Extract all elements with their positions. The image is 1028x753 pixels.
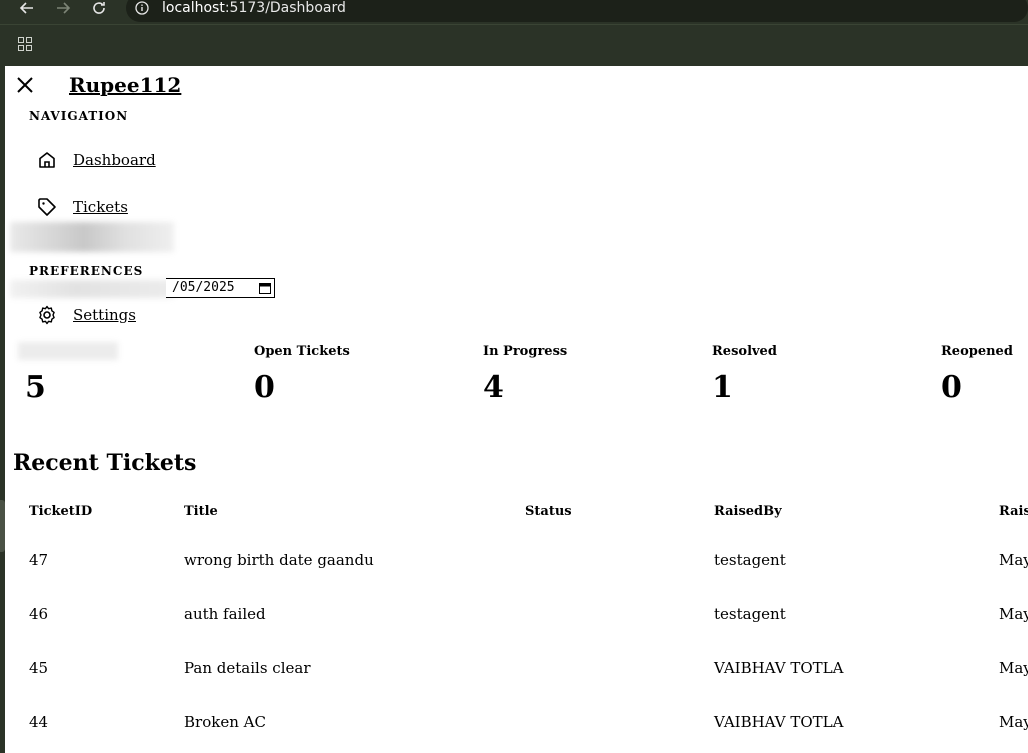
stat-value: 0 bbox=[254, 370, 275, 405]
url-text[interactable]: localhost:5173/Dashboard bbox=[162, 0, 346, 16]
sidebar-item-label: Settings bbox=[73, 306, 136, 324]
bookmarks-bar bbox=[0, 24, 1028, 66]
cell-raised: May bbox=[999, 551, 1028, 569]
apps-grid-icon[interactable] bbox=[18, 37, 32, 51]
column-header-raised[interactable]: Raise bbox=[999, 504, 1028, 520]
cell-title: auth failed bbox=[184, 605, 266, 623]
cell-raisedby: VAIBHAV TOTLA bbox=[714, 713, 844, 731]
cell-ticketid: 45 bbox=[29, 659, 49, 677]
column-header-raisedby[interactable]: RaisedBy bbox=[714, 504, 782, 520]
cell-raised: May bbox=[999, 659, 1028, 677]
cell-raisedby: testagent bbox=[714, 605, 786, 623]
back-icon[interactable] bbox=[15, 0, 39, 16]
blurred-content bbox=[10, 280, 174, 298]
home-icon bbox=[39, 152, 55, 168]
blurred-content bbox=[10, 222, 174, 252]
stat-label: Reopened bbox=[941, 344, 1013, 359]
gear-icon bbox=[39, 305, 55, 325]
close-icon[interactable] bbox=[15, 75, 35, 95]
stat-value: 5 bbox=[25, 370, 46, 405]
browser-toolbar: localhost:5173/Dashboard bbox=[0, 0, 1028, 24]
stat-resolved: Resolved 1 bbox=[712, 344, 777, 406]
column-header-status[interactable]: Status bbox=[525, 504, 572, 520]
cell-title: Broken AC bbox=[184, 713, 266, 731]
cell-title: Pan details clear bbox=[184, 659, 311, 677]
column-header-ticketid[interactable]: TicketID bbox=[29, 504, 92, 520]
tag-icon bbox=[38, 198, 56, 216]
date-value: /05/2025 bbox=[172, 280, 235, 295]
stat-value: 4 bbox=[483, 370, 504, 405]
stat-reopened: Reopened 0 bbox=[941, 344, 1013, 406]
stat-open-tickets: Open Tickets 0 bbox=[254, 344, 350, 406]
cell-ticketid: 46 bbox=[29, 605, 49, 623]
cell-title: wrong birth date gaandu bbox=[184, 551, 374, 569]
stat-label: Open Tickets bbox=[254, 344, 350, 359]
url-path: :5173/Dashboard bbox=[224, 0, 346, 16]
preferences-section-label: PREFERENCES bbox=[29, 264, 144, 278]
recent-tickets-title: Recent Tickets bbox=[13, 450, 197, 476]
stat-value: 0 bbox=[941, 370, 962, 405]
window-edge bbox=[0, 65, 5, 753]
cell-raisedby: VAIBHAV TOTLA bbox=[714, 659, 844, 677]
stat-value: 1 bbox=[712, 370, 733, 405]
calendar-icon[interactable] bbox=[259, 282, 271, 294]
window-edge-handle bbox=[0, 500, 5, 552]
cell-raised: May bbox=[999, 605, 1028, 623]
date-filter-input[interactable]: /05/2025 bbox=[166, 278, 275, 298]
sidebar-item-label: Dashboard bbox=[73, 151, 156, 169]
stat-total: 5 bbox=[25, 344, 46, 406]
cell-raised: May bbox=[999, 713, 1028, 731]
brand-logo[interactable]: Rupee112 bbox=[69, 73, 181, 97]
site-info-icon[interactable] bbox=[135, 1, 149, 15]
reload-icon[interactable] bbox=[87, 0, 111, 16]
column-header-title[interactable]: Title bbox=[184, 504, 218, 520]
stat-in-progress: In Progress 4 bbox=[483, 344, 567, 406]
cell-raisedby: testagent bbox=[714, 551, 786, 569]
forward-icon[interactable] bbox=[51, 0, 75, 16]
cell-ticketid: 44 bbox=[29, 713, 49, 731]
stat-label: Resolved bbox=[712, 344, 777, 359]
stat-label: In Progress bbox=[483, 344, 568, 359]
nav-section-label: NAVIGATION bbox=[29, 109, 129, 123]
cell-ticketid: 47 bbox=[29, 551, 49, 569]
url-host: localhost bbox=[162, 0, 225, 16]
sidebar-item-label: Tickets bbox=[73, 198, 128, 216]
